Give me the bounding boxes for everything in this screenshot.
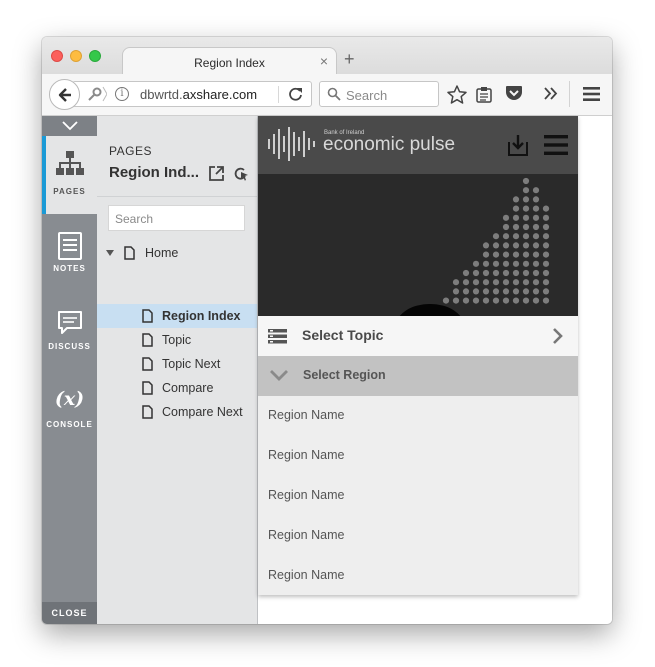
close-window-button[interactable]: [51, 50, 63, 62]
search-bar[interactable]: Search: [319, 81, 439, 107]
new-tab-button[interactable]: +: [344, 50, 355, 68]
prototype-viewport: Bank of Ireland economic pulse Select To…: [258, 116, 612, 624]
zoom-window-button[interactable]: [89, 50, 101, 62]
page-icon: [142, 381, 153, 395]
search-icon: [327, 87, 341, 101]
chevron-down-icon: [270, 370, 288, 381]
region-name: Region Name: [268, 488, 345, 502]
search-placeholder: Search: [346, 88, 388, 103]
brand-title: economic pulse: [323, 134, 456, 155]
select-region-button[interactable]: Select Region: [258, 356, 578, 396]
url-text[interactable]: dbwrtd.axshare.com: [140, 87, 257, 102]
dot-map-hero: [258, 174, 578, 316]
download-icon[interactable]: [508, 134, 528, 156]
notes-icon: [58, 232, 82, 260]
rail-item-notes[interactable]: NOTES: [42, 214, 97, 292]
active-indicator: [42, 136, 46, 214]
region-name: Region Name: [268, 568, 345, 582]
pocket-icon[interactable]: [505, 85, 523, 102]
region-name: Region Name: [268, 408, 345, 422]
app-header: Bank of Ireland economic pulse: [258, 116, 578, 174]
page-icon: [142, 333, 153, 347]
url-host-domain: axshare.com: [182, 87, 258, 102]
tree-item-compare-next[interactable]: Compare Next: [97, 400, 257, 424]
minimize-window-button[interactable]: [70, 50, 82, 62]
region-list-item[interactable]: Region Name: [258, 556, 578, 595]
rail-label-pages: PAGES: [53, 187, 86, 196]
toolbar-separator: [569, 81, 570, 107]
region-list-item[interactable]: Region Name: [258, 476, 578, 516]
url-bar[interactable]: i dbwrtd.axshare.com: [72, 81, 312, 107]
tab-close-icon[interactable]: ×: [320, 53, 328, 69]
back-button[interactable]: [49, 79, 80, 110]
tree-item-region-index[interactable]: Region Index: [97, 304, 257, 328]
tree-item-home[interactable]: Home: [97, 241, 257, 265]
chevron-down-icon: [62, 121, 78, 131]
open-in-new-window-icon[interactable]: [209, 166, 224, 181]
reload-icon[interactable]: [287, 85, 305, 103]
discuss-icon: [58, 311, 82, 334]
select-topic-button[interactable]: Select Topic: [258, 316, 578, 356]
close-sidebar-button[interactable]: CLOSE: [42, 602, 97, 624]
navigation-bar: i dbwrtd.axshare.com Search: [42, 74, 612, 116]
region-list-item[interactable]: Region Name: [258, 516, 578, 556]
pages-heading: PAGES: [109, 144, 152, 158]
hamburger-menu-icon[interactable]: [583, 87, 600, 101]
soundwave-logo-icon: [268, 127, 315, 161]
tree-item-label: Home: [145, 246, 179, 260]
current-page-title: Region Ind...: [109, 164, 199, 181]
mobile-app-frame: Bank of Ireland economic pulse Select To…: [258, 116, 578, 595]
key-icon: [88, 86, 107, 102]
page-icon: [124, 246, 135, 260]
pages-search-placeholder: Search: [115, 212, 154, 226]
page-icon: [142, 309, 153, 323]
select-topic-label: Select Topic: [302, 327, 384, 343]
select-region-label: Select Region: [303, 368, 386, 382]
sitemap-icon: [56, 151, 84, 175]
rail-label-notes: NOTES: [53, 264, 86, 273]
reading-list-icon[interactable]: [476, 86, 492, 103]
region-name: Region Name: [268, 528, 345, 542]
console-icon: (x): [54, 388, 85, 410]
overflow-chevrons-icon[interactable]: [544, 87, 558, 100]
tree-item-label: Compare Next: [162, 405, 243, 419]
url-divider: [278, 86, 279, 103]
chevron-right-icon: [553, 328, 563, 344]
page-icon: [142, 357, 153, 371]
url-host-prefix: dbwrtd.: [140, 87, 183, 102]
tree-item-label: Region Index: [162, 309, 241, 323]
rail-item-discuss[interactable]: DISCUSS: [42, 292, 97, 370]
tree-item-topic-next[interactable]: Topic Next: [97, 352, 257, 376]
tab-bar: Region Index × +: [42, 37, 612, 75]
info-icon[interactable]: i: [115, 87, 129, 101]
tree-item-label: Topic: [162, 333, 192, 347]
locate-page-icon[interactable]: [233, 166, 248, 182]
browser-window: Region Index × + i dbwrtd.axshare.com Se…: [42, 37, 612, 624]
rail-label-discuss: DISCUSS: [48, 342, 91, 351]
tree-item-label: Topic Next: [162, 357, 221, 371]
region-list-item[interactable]: Region Name: [258, 396, 578, 436]
region-name: Region Name: [268, 448, 345, 462]
tree-item-compare[interactable]: Compare: [97, 376, 257, 400]
page-icon: [142, 405, 153, 419]
expand-caret-icon[interactable]: [106, 250, 114, 256]
back-arrow-icon: [58, 87, 71, 102]
tree-item-label: Compare: [162, 381, 214, 395]
tab-title: Region Index: [194, 56, 265, 70]
axure-sidebar-rail: PAGES NOTES DISCUSS (x) CONSOLE CLOSE: [42, 116, 97, 624]
region-list-item[interactable]: Region Name: [258, 436, 578, 476]
topic-list-icon: [268, 329, 287, 344]
dot-map-graphic: [399, 177, 550, 316]
rail-label-console: CONSOLE: [46, 420, 93, 429]
rail-item-pages[interactable]: PAGES: [42, 136, 97, 214]
pages-panel: PAGES Region Ind... Search Home Region I…: [97, 116, 258, 624]
bookmark-star-icon[interactable]: [447, 85, 467, 104]
pages-search-input[interactable]: Search: [108, 205, 245, 231]
rail-item-console[interactable]: (x) CONSOLE: [42, 370, 97, 448]
collapse-toggle[interactable]: [42, 116, 97, 136]
panel-divider: [97, 196, 257, 197]
hamburger-menu-icon[interactable]: [544, 135, 568, 155]
browser-tab[interactable]: Region Index ×: [122, 47, 337, 75]
tree-item-topic[interactable]: Topic: [97, 328, 257, 352]
